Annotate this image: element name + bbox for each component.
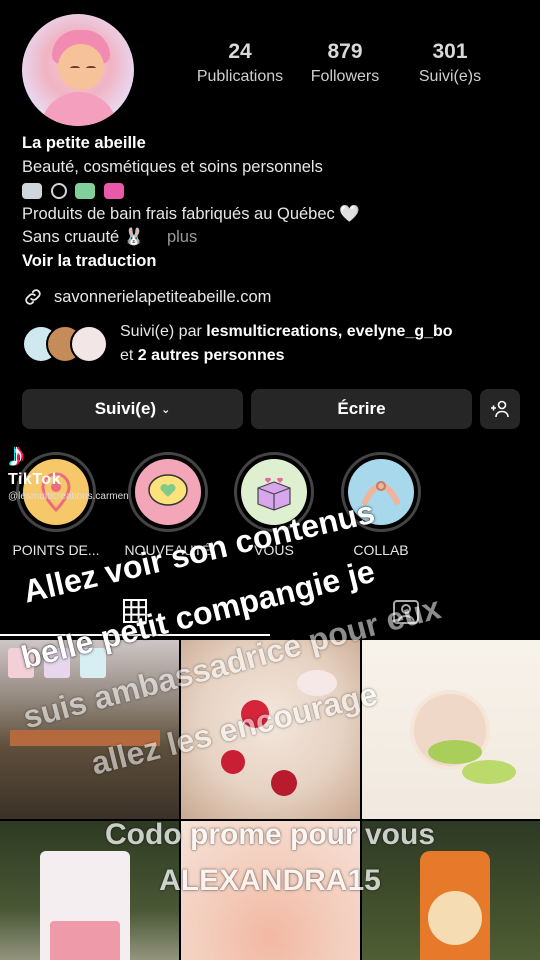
- tiktok-logo-icon: ♪: [8, 436, 25, 474]
- bath-pearl: [221, 750, 245, 774]
- tagged-person-icon: [393, 600, 419, 624]
- bio-emoji-row: [22, 179, 522, 203]
- follower-avatar: [70, 325, 108, 363]
- followed-prefix: Suivi(e) par: [120, 323, 207, 340]
- grid-icon: [123, 599, 147, 623]
- hearts-icon: [103, 182, 124, 199]
- stat-followers[interactable]: 879 Followers: [295, 40, 395, 86]
- translate-link[interactable]: Voir la traduction: [22, 250, 522, 274]
- post-thumbnail[interactable]: [0, 640, 179, 819]
- stat-publications-label: Publications: [196, 68, 284, 85]
- link-icon: [25, 289, 41, 305]
- highlight-ring: [341, 452, 421, 532]
- followed-names: lesmulticreations, evelyne_g_bo: [206, 323, 453, 340]
- bath-pearl: [241, 700, 269, 728]
- highlight-label: NOUVEAUTÉ: [124, 542, 212, 558]
- lime-slice: [462, 760, 516, 784]
- profile-bio: La petite abeille Beauté, cosmétiques et…: [22, 132, 522, 273]
- post-thumbnail[interactable]: [0, 821, 179, 960]
- message-button[interactable]: Écrire: [251, 389, 472, 429]
- pinky-promise-icon: [362, 481, 400, 505]
- product-jar: [44, 648, 70, 678]
- bio-crueltyfree-text: Sans cruauté 🐰: [22, 228, 145, 246]
- bottle-label: [428, 891, 482, 945]
- stat-followers-label: Followers: [310, 68, 380, 85]
- tiktok-watermark: ♪ TikTok @lesmulticreations.carmen: [8, 436, 129, 502]
- glass-jar: [297, 670, 337, 696]
- posts-grid: [0, 640, 540, 960]
- tab-grid[interactable]: [122, 598, 148, 629]
- shelf: [10, 730, 160, 746]
- post-thumbnail[interactable]: [362, 821, 540, 960]
- highlight-label: COLLAB: [353, 542, 409, 558]
- gift-box-icon: [257, 477, 291, 511]
- highlight-ring: [234, 452, 314, 532]
- website-url: savonnerielapetiteabeille.com: [54, 287, 272, 306]
- stat-followers-count: 879: [327, 40, 363, 63]
- following-label: Suivi(e): [94, 399, 157, 418]
- followed-and: et: [120, 347, 138, 364]
- avatar-eye: [86, 66, 96, 70]
- bath-pearl: [271, 770, 297, 796]
- bio-line-products: Produits de bain frais fabriqués au Québ…: [22, 204, 360, 223]
- highlight-cover: [348, 459, 414, 525]
- active-tab-indicator: [0, 634, 270, 636]
- followed-by[interactable]: Suivi(e) par lesmulticreations, evelyne_…: [22, 320, 522, 368]
- avatar-face: [58, 44, 104, 90]
- profile-stats: 24 Publications 879 Followers 301 Suivi(…: [190, 40, 500, 86]
- avatar-body: [40, 92, 118, 126]
- highlight-vous[interactable]: VOUS: [229, 452, 319, 558]
- website-link[interactable]: savonnerielapetiteabeille.com: [22, 286, 271, 308]
- stat-following-count: 301: [432, 40, 468, 63]
- highlight-ring: [128, 452, 208, 532]
- bio-line-crueltyfree: Sans cruauté 🐰 plus: [22, 226, 522, 250]
- post-thumbnail[interactable]: [181, 640, 360, 819]
- tab-tagged[interactable]: [392, 598, 420, 631]
- stat-publications[interactable]: 24 Publications: [190, 40, 290, 86]
- profile-name: La petite abeille: [22, 134, 146, 152]
- following-button[interactable]: Suivi(e) ⌄: [22, 389, 243, 429]
- lime-slice: [428, 740, 482, 764]
- product-bag-content: [50, 921, 120, 960]
- tiktok-username: @lesmulticreations.carmen: [8, 491, 129, 502]
- profile-category: Beauté, cosmétiques et soins personnels: [22, 157, 323, 176]
- add-user-button[interactable]: [480, 389, 520, 429]
- message-label: Écrire: [337, 399, 386, 418]
- followed-by-text: Suivi(e) par lesmulticreations, evelyne_…: [120, 320, 453, 368]
- stat-following-label: Suivi(e)s: [418, 68, 482, 85]
- highlight-cover: [135, 459, 201, 525]
- followed-others: 2 autres personnes: [137, 347, 285, 364]
- bio-more-link[interactable]: plus: [167, 228, 197, 246]
- bubbles-icon: [50, 182, 67, 199]
- bathtub-icon: [22, 182, 42, 199]
- post-thumbnail[interactable]: [362, 640, 540, 819]
- highlight-cover: [241, 459, 307, 525]
- post-thumbnail[interactable]: [181, 821, 360, 960]
- profile-avatar[interactable]: [22, 14, 134, 126]
- stat-publications-count: 24: [228, 40, 252, 63]
- product-jar: [8, 648, 34, 678]
- chat-heart-icon: [148, 474, 188, 506]
- profile-actions: Suivi(e) ⌄ Écrire: [22, 389, 520, 429]
- highlight-label: VOUS: [254, 542, 294, 558]
- chevron-down-icon: ⌄: [161, 403, 171, 416]
- highlight-nouveaute[interactable]: NOUVEAUTÉ: [123, 452, 213, 558]
- stat-following[interactable]: 301 Suivi(e)s: [400, 40, 500, 86]
- profile-tabs: [0, 596, 540, 636]
- avatar-eye: [70, 66, 80, 70]
- tiktok-wordmark: TikTok: [8, 471, 62, 488]
- add-user-icon: [491, 400, 509, 418]
- highlight-collab[interactable]: COLLAB: [336, 452, 426, 558]
- soap-icon: [75, 182, 96, 199]
- highlight-label: POINTS DE...: [12, 542, 100, 558]
- product-jar: [80, 648, 106, 678]
